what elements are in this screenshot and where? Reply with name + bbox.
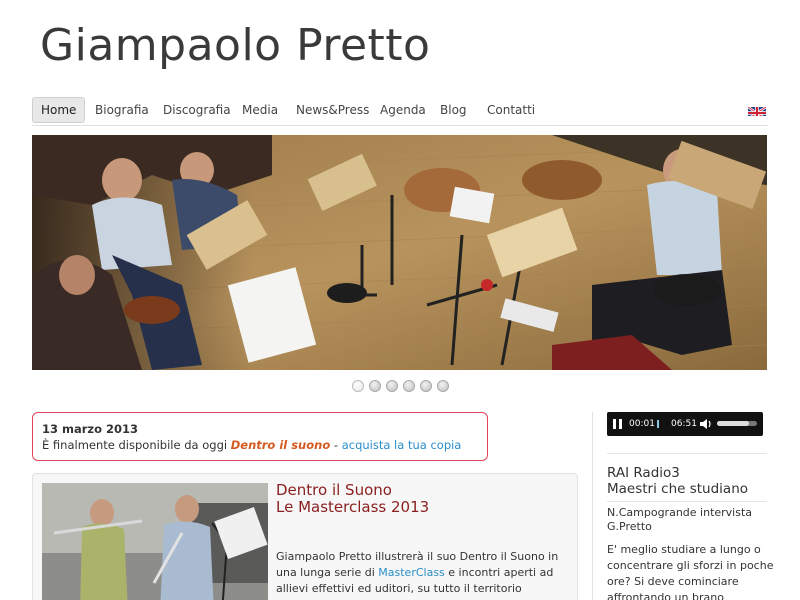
uk-flag-icon[interactable] (748, 104, 766, 116)
volume-icon[interactable] (699, 418, 713, 430)
article-title-line-2[interactable]: Le Masterclass 2013 (276, 499, 566, 516)
main-navigation: Home Biografia Discografia Media News&Pr… (32, 96, 768, 126)
sidebar-subtitle: N.Campogrande intervista G.Pretto (607, 506, 777, 534)
article-title-line-1[interactable]: Dentro il Suono (276, 482, 566, 499)
sidebar-subtitle-line-2: G.Pretto (607, 520, 652, 533)
nav-item-media[interactable]: Media (234, 97, 286, 123)
volume-slider[interactable] (717, 421, 757, 426)
masterclass-link[interactable]: MasterClass (378, 566, 445, 579)
site-title[interactable]: Giampaolo Pretto (40, 20, 430, 71)
sidebar-text: E' meglio studiare a lungo o concentrare… (607, 543, 774, 600)
sidebar-separator-2 (607, 501, 767, 502)
masterclass-photo (42, 483, 268, 600)
sidebar-title-line-1: RAI Radio3 (607, 465, 680, 481)
nav-item-contatti[interactable]: Contatti (479, 97, 543, 123)
orchestra-rehearsal-photo (32, 135, 767, 370)
article-excerpt: Giampaolo Pretto illustrerà il suo Dentr… (276, 549, 568, 600)
slide-dot-1[interactable] (352, 380, 364, 392)
slide-dot-3[interactable] (386, 380, 398, 392)
article-title[interactable]: Dentro il Suono Le Masterclass 2013 (276, 482, 566, 516)
hero-slider[interactable] (32, 135, 767, 370)
nav-item-home[interactable]: Home (32, 97, 86, 123)
nav-item-biografia[interactable]: Biografia (87, 97, 157, 123)
track-duration: 06:51 (671, 419, 697, 429)
slide-dot-2[interactable] (369, 380, 381, 392)
featured-article: Dentro il Suono Le Masterclass 2013 Giam… (32, 473, 578, 600)
slide-dot-4[interactable] (403, 380, 415, 392)
notice-date: 13 marzo 2013 (42, 422, 139, 436)
elapsed-time: 00:01 (629, 419, 655, 429)
sidebar-separator (607, 453, 767, 454)
sidebar-divider (592, 412, 593, 600)
sidebar-title-line-2: Maestri che studiano (607, 481, 749, 497)
notice-separator: - (330, 438, 342, 452)
buy-copy-link[interactable]: acquista la tua copia (342, 438, 462, 452)
slide-dot-5[interactable] (420, 380, 432, 392)
sidebar-subtitle-line-1: N.Campogrande intervista (607, 506, 753, 519)
nav-item-agenda[interactable]: Agenda (372, 97, 434, 123)
nav-item-news-press[interactable]: News&Press (288, 97, 377, 123)
pause-icon[interactable] (613, 419, 622, 429)
nav-item-discografia[interactable]: Discografia (155, 97, 239, 123)
audio-player[interactable]: 00:01 06:51 (607, 412, 763, 436)
slide-dot-6[interactable] (437, 380, 449, 392)
nav-item-blog[interactable]: Blog (432, 97, 475, 123)
seek-bar[interactable] (657, 420, 671, 428)
sidebar-title: RAI Radio3 Maestri che studiano (607, 465, 777, 497)
notice-text: È finalmente disponibile da oggi Dentro … (42, 437, 478, 453)
news-notice: 13 marzo 2013 È finalmente disponibile d… (32, 412, 488, 461)
notice-text-before: È finalmente disponibile da oggi (42, 438, 231, 452)
notice-album-title: Dentro il suono (230, 438, 331, 452)
